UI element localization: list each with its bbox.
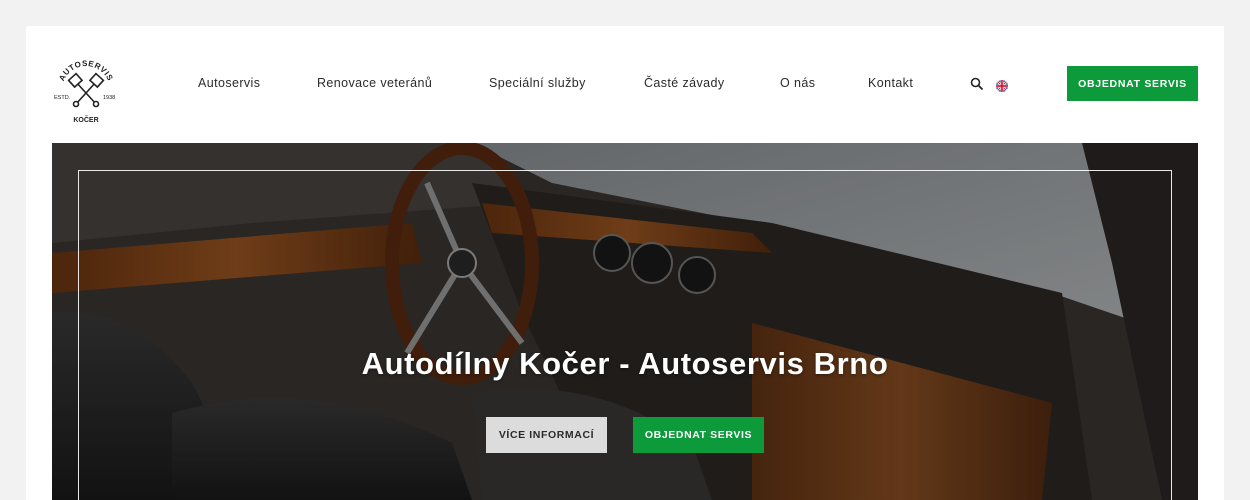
nav-item-autoservis[interactable]: Autoservis: [198, 76, 260, 90]
logo-top-text: AUTOSERVIS: [57, 59, 114, 83]
hero-order-service-button[interactable]: OBJEDNAT SERVIS: [633, 417, 764, 453]
nav-item-o-nas[interactable]: O nás: [780, 76, 815, 90]
nav-item-kontakt[interactable]: Kontakt: [868, 76, 913, 90]
nav-item-caste-zavady[interactable]: Časté závady: [644, 76, 725, 90]
search-icon[interactable]: [970, 77, 984, 91]
site-logo[interactable]: AUTOSERVIS ESTD. 1938 KOČER: [50, 54, 122, 126]
logo-year: 1938: [103, 95, 115, 101]
order-service-button[interactable]: OBJEDNAT SERVIS: [1067, 66, 1198, 101]
hero-frame: [78, 170, 1172, 500]
logo-bottom-text: KOČER: [73, 115, 98, 124]
logo-estd: ESTD.: [54, 95, 71, 101]
svg-text:AUTOSERVIS: AUTOSERVIS: [57, 59, 115, 83]
uk-flag-icon[interactable]: [996, 79, 1008, 92]
hero-title: Autodílny Kočer - Autoservis Brno: [361, 346, 889, 381]
more-info-button[interactable]: VÍCE INFORMACÍ: [486, 417, 607, 453]
page-container: AUTOSERVIS ESTD. 1938 KOČER Autoservis R…: [26, 26, 1224, 500]
hero-banner: Autodílny Kočer - Autoservis Brno VÍCE I…: [52, 143, 1198, 500]
nav-item-renovace-veteranu[interactable]: Renovace veteránů: [317, 76, 432, 90]
nav-item-specialni-sluzby[interactable]: Speciální služby: [489, 76, 586, 90]
